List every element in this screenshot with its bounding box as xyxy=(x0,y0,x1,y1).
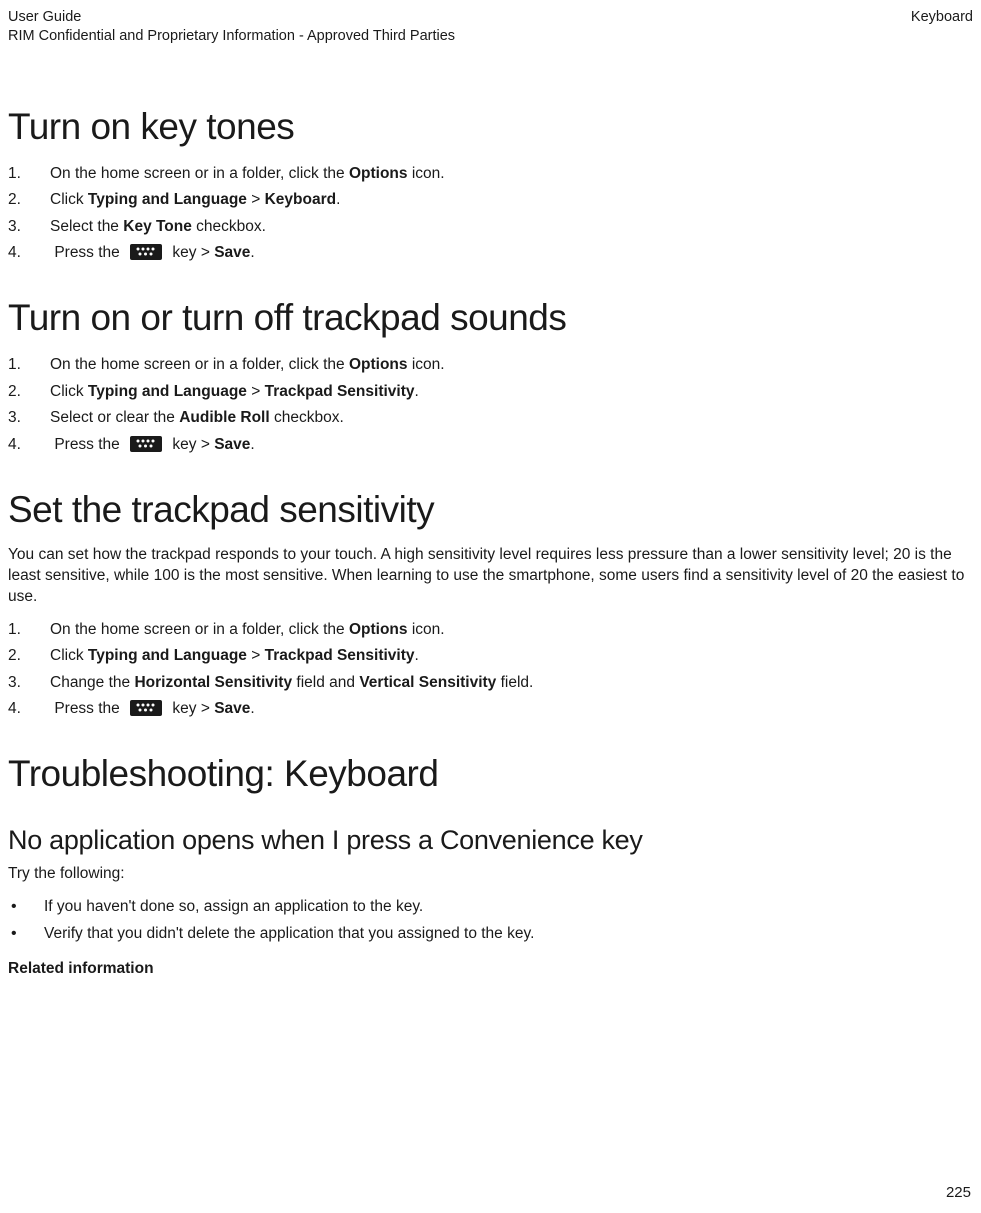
doc-title: User Guide xyxy=(8,8,455,27)
steps-key-tones: On the home screen or in a folder, click… xyxy=(8,162,973,266)
related-information: Related information xyxy=(8,960,973,978)
menu-key-icon xyxy=(130,436,162,452)
troubleshoot-bullets: If you haven't done so, assign an applic… xyxy=(8,895,973,946)
heading-trackpad-sensitivity: Set the trackpad sensitivity xyxy=(8,489,973,531)
list-item: On the home screen or in a folder, click… xyxy=(8,162,973,186)
page-header: User Guide RIM Confidential and Propriet… xyxy=(8,8,973,46)
heading-troubleshooting: Troubleshooting: Keyboard xyxy=(8,753,973,795)
list-item: Press the key > Save. xyxy=(8,433,973,457)
page-number: 225 xyxy=(946,1184,971,1201)
list-item: Press the key > Save. xyxy=(8,241,973,265)
steps-trackpad-sensitivity: On the home screen or in a folder, click… xyxy=(8,618,973,722)
menu-key-icon xyxy=(130,700,162,716)
list-item: Press the key > Save. xyxy=(8,697,973,721)
list-item: Click Typing and Language > Keyboard. xyxy=(8,188,973,212)
header-section: Keyboard xyxy=(911,8,973,46)
list-item: On the home screen or in a folder, click… xyxy=(8,353,973,377)
list-item: Change the Horizontal Sensitivity field … xyxy=(8,671,973,695)
list-item: If you haven't done so, assign an applic… xyxy=(8,895,973,919)
list-item: Click Typing and Language > Trackpad Sen… xyxy=(8,644,973,668)
list-item: Verify that you didn't delete the applic… xyxy=(8,922,973,946)
menu-key-icon xyxy=(130,244,162,260)
heading-trackpad-sounds: Turn on or turn off trackpad sounds xyxy=(8,297,973,339)
subheading-convenience-key: No application opens when I press a Conv… xyxy=(8,825,973,856)
heading-key-tones: Turn on key tones xyxy=(8,106,973,148)
page-content: Turn on key tones On the home screen or … xyxy=(8,106,973,978)
try-following: Try the following: xyxy=(8,864,973,885)
list-item: On the home screen or in a folder, click… xyxy=(8,618,973,642)
list-item: Select or clear the Audible Roll checkbo… xyxy=(8,406,973,430)
list-item: Select the Key Tone checkbox. xyxy=(8,215,973,239)
sensitivity-description: You can set how the trackpad responds to… xyxy=(8,545,973,608)
header-left: User Guide RIM Confidential and Propriet… xyxy=(8,8,455,46)
list-item: Click Typing and Language > Trackpad Sen… xyxy=(8,380,973,404)
confidential-notice: RIM Confidential and Proprietary Informa… xyxy=(8,27,455,46)
steps-trackpad-sounds: On the home screen or in a folder, click… xyxy=(8,353,973,457)
